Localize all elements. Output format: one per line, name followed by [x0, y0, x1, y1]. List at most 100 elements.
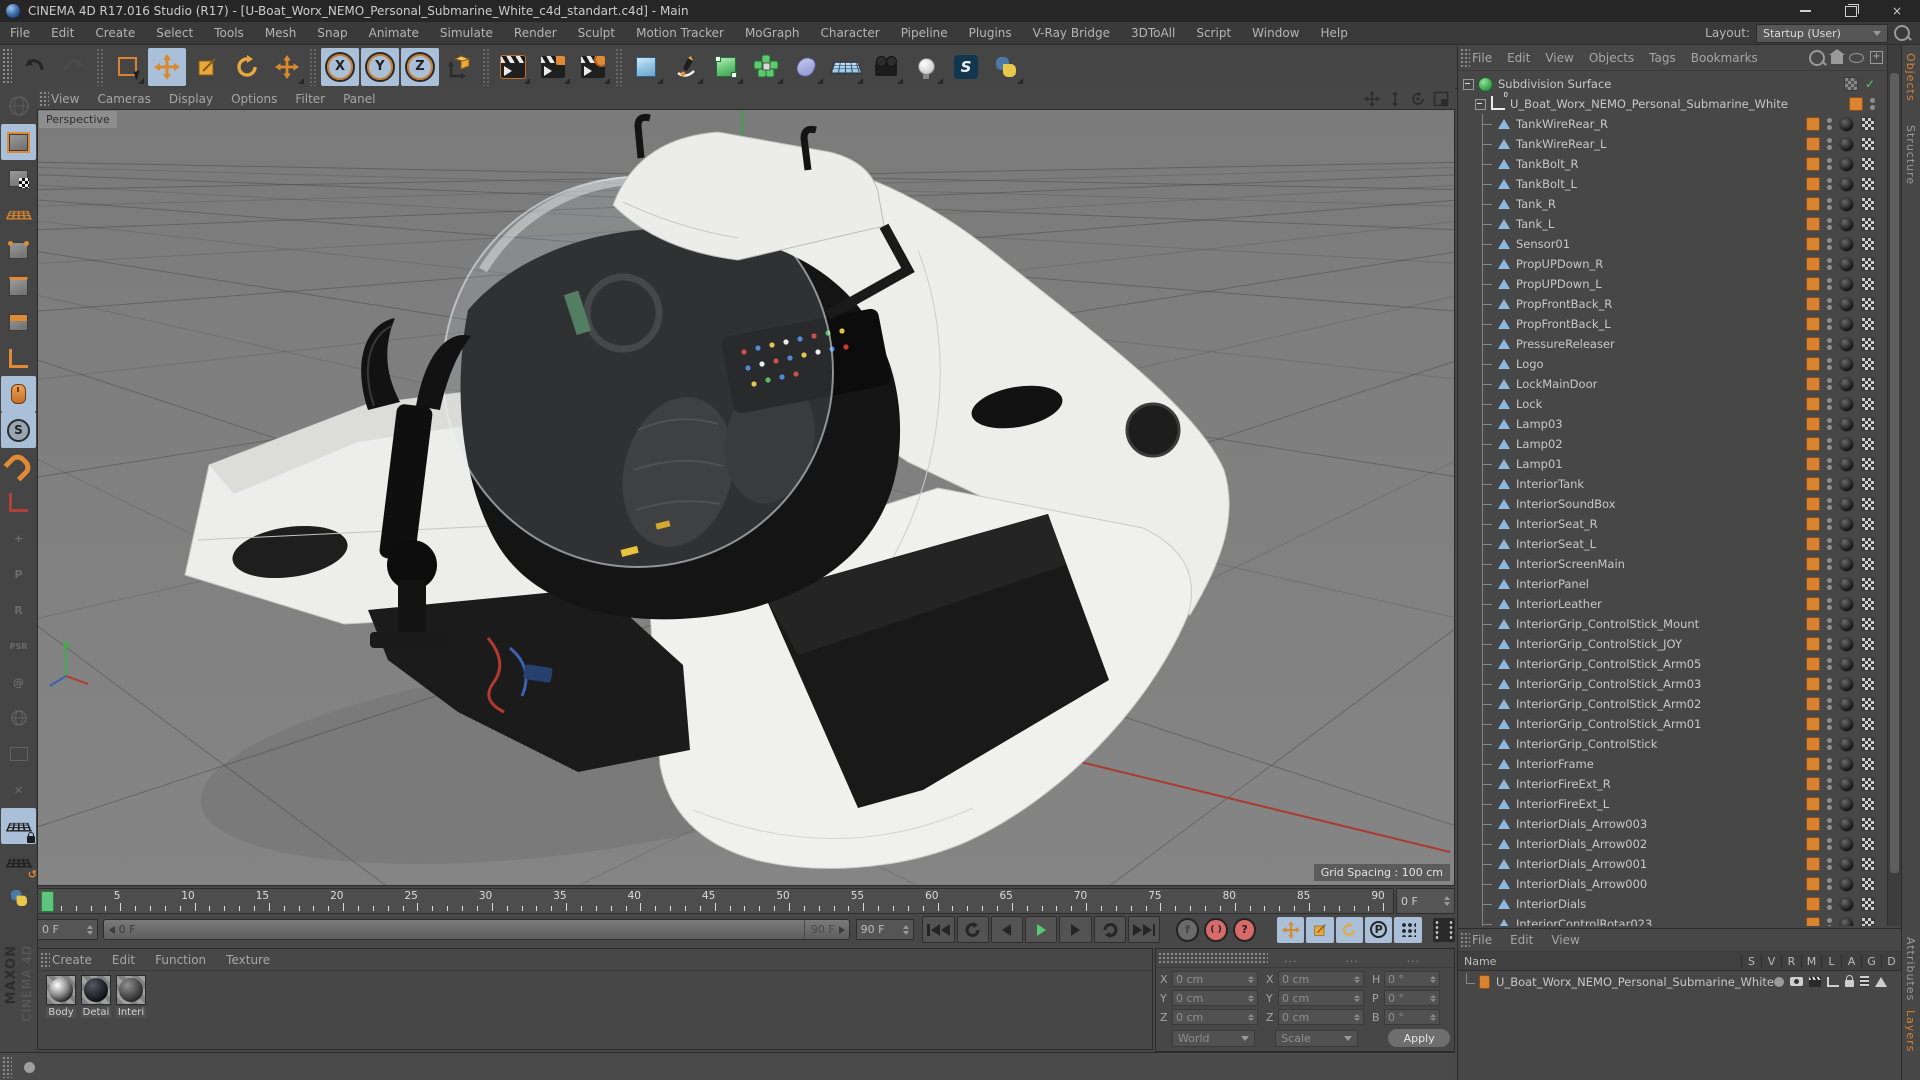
animation-icon[interactable] — [1860, 976, 1869, 987]
visibility-dots[interactable] — [1827, 798, 1832, 810]
statusbar-grip[interactable] — [2, 1056, 12, 1078]
object-row[interactable]: InteriorGrip_ControlStick_Arm02 — [1458, 694, 1887, 714]
visibility-dots[interactable] — [1827, 738, 1832, 750]
tab-layers[interactable]: Layers — [1904, 1010, 1917, 1052]
object-name[interactable]: InteriorDials_Arrow003 — [1516, 817, 1647, 831]
material-item[interactable]: Body — [46, 975, 76, 1018]
object-row[interactable]: InteriorScreenMain — [1458, 554, 1887, 574]
menu-item[interactable]: Pipeline — [901, 26, 948, 40]
object-manager-scrollbar[interactable] — [1887, 45, 1901, 926]
uvw-tag-icon[interactable] — [1861, 917, 1875, 926]
rotation-b-field[interactable]: 0 ° — [1384, 1009, 1440, 1025]
viewport-menu-item[interactable]: Options — [231, 92, 277, 106]
object-row[interactable]: Tank_R — [1458, 194, 1887, 214]
material-tag-icon[interactable] — [1839, 676, 1854, 692]
array-generator-button[interactable] — [747, 48, 785, 86]
layer-color-chip[interactable] — [1806, 617, 1820, 631]
visibility-dots[interactable] — [1827, 418, 1832, 430]
object-name[interactable]: LockMainDoor — [1516, 377, 1597, 391]
visibility-dots[interactable] — [1827, 638, 1832, 650]
layer-column-header[interactable]: M — [1801, 954, 1821, 968]
object-row[interactable]: InteriorControlRotar023 — [1458, 914, 1887, 926]
menu-item[interactable]: Mesh — [265, 26, 297, 40]
subdivision-surface-button[interactable] — [707, 48, 745, 86]
object-row[interactable]: LockMainDoor — [1458, 374, 1887, 394]
material-tag-icon[interactable] — [1839, 536, 1854, 552]
material-tag-icon[interactable] — [1839, 876, 1854, 892]
object-name[interactable]: PropUPDown_L — [1516, 277, 1602, 291]
viewport-menu-item[interactable]: Display — [169, 92, 213, 106]
object-name[interactable]: Lamp03 — [1516, 417, 1563, 431]
next-frame-button[interactable] — [1059, 916, 1092, 943]
material-tag-icon[interactable] — [1839, 616, 1854, 632]
viewport-menu-item[interactable]: Cameras — [97, 92, 150, 106]
object-row[interactable]: InteriorSeat_L — [1458, 534, 1887, 554]
object-name[interactable]: Lock — [1516, 397, 1542, 411]
edges-mode-button[interactable] — [1, 268, 36, 304]
material-tag-icon[interactable] — [1839, 856, 1854, 872]
layer-name[interactable]: U_Boat_Worx_NEMO_Personal_Submarine_Whit… — [1496, 975, 1774, 989]
key-scale-button[interactable] — [1306, 916, 1334, 943]
uvw-tag-icon[interactable] — [1861, 417, 1875, 431]
pin-clear-button[interactable]: ✕ — [1, 772, 36, 808]
material-menu-item[interactable]: Edit — [112, 953, 135, 967]
visibility-dots[interactable] — [1827, 878, 1832, 890]
locked-workplane-p-button[interactable]: P — [1, 556, 36, 592]
object-row[interactable]: TankBolt_R — [1458, 154, 1887, 174]
light-button[interactable] — [907, 48, 945, 86]
uvw-tag-icon[interactable] — [1861, 577, 1875, 591]
layer-color-chip[interactable] — [1806, 417, 1820, 431]
visibility-dots[interactable] — [1827, 398, 1832, 410]
layer-color-chip[interactable] — [1806, 557, 1820, 571]
layer-menu-item[interactable]: File — [1472, 933, 1492, 947]
scrollbar-thumb[interactable] — [1890, 73, 1899, 873]
layer-color-chip[interactable] — [1806, 337, 1820, 351]
object-name[interactable]: InteriorDials_Arrow002 — [1516, 837, 1647, 851]
object-manager-tree[interactable]: Subdivision Surface ✓ U_Boat_Worx_NEMO_P… — [1458, 70, 1887, 926]
om-home-icon[interactable] — [1829, 49, 1845, 64]
menu-item[interactable]: Snap — [317, 26, 347, 40]
maximize-button[interactable] — [1828, 0, 1874, 22]
perspective-viewport[interactable]: Grid Spacing : 100 cm — [37, 109, 1455, 886]
visibility-dots[interactable] — [1827, 158, 1832, 170]
layer-color-chip[interactable] — [1806, 497, 1820, 511]
object-row-root[interactable]: Subdivision Surface ✓ — [1458, 74, 1887, 94]
coord-mode-dropdown[interactable]: Scale — [1275, 1029, 1359, 1047]
object-manager-menu-item[interactable]: Tags — [1649, 51, 1676, 65]
material-tag-icon[interactable] — [1839, 216, 1854, 232]
material-tag-icon[interactable] — [1839, 776, 1854, 792]
layer-color-chip[interactable] — [1806, 117, 1820, 131]
visibility-dots[interactable] — [1827, 458, 1832, 470]
snap-enable-button[interactable]: S — [1, 412, 36, 448]
uvw-tag-icon[interactable] — [1861, 717, 1875, 731]
menu-item[interactable]: Simulate — [440, 26, 493, 40]
menu-item[interactable]: Create — [95, 26, 135, 40]
menu-item[interactable]: Animate — [369, 26, 419, 40]
object-name[interactable]: InteriorTank — [1516, 477, 1584, 491]
menu-item[interactable]: Character — [820, 26, 879, 40]
material-tag-icon[interactable] — [1839, 276, 1854, 292]
object-name[interactable]: InteriorSeat_L — [1516, 537, 1596, 551]
object-row[interactable]: InteriorGrip_ControlStick_JOY — [1458, 634, 1887, 654]
layer-color-chip[interactable] — [1806, 857, 1820, 871]
lock-workplane-button[interactable] — [1, 808, 36, 844]
object-name[interactable]: InteriorDials — [1516, 897, 1586, 911]
workplane-transform-button[interactable]: ↺ — [1, 844, 37, 881]
object-row[interactable]: Lamp01 — [1458, 454, 1887, 474]
object-manager-menu-item[interactable]: Bookmarks — [1691, 51, 1758, 65]
object-row[interactable]: InteriorDials_Arrow002 — [1458, 834, 1887, 854]
visibility-dots[interactable] — [1827, 918, 1832, 926]
coord-space-dropdown[interactable]: World — [1172, 1029, 1256, 1047]
object-row[interactable]: InteriorDials_Arrow000 — [1458, 874, 1887, 894]
layer-color-chip[interactable] — [1806, 197, 1820, 211]
material-tag-icon[interactable] — [1839, 796, 1854, 812]
coord-dropdown-stub[interactable]: ... — [1393, 952, 1454, 965]
object-row[interactable]: InteriorFireExt_R — [1458, 774, 1887, 794]
object-row[interactable]: PressureReleaser — [1458, 334, 1887, 354]
layer-color-chip[interactable] — [1806, 837, 1820, 851]
position-y-field[interactable]: 0 cm — [1172, 990, 1258, 1006]
viewport-menu-item[interactable]: Filter — [295, 92, 325, 106]
rotation-p-field[interactable]: 0 ° — [1384, 990, 1440, 1006]
uvw-tag-icon[interactable] — [1861, 537, 1875, 551]
layer-color-chip[interactable] — [1806, 737, 1820, 751]
